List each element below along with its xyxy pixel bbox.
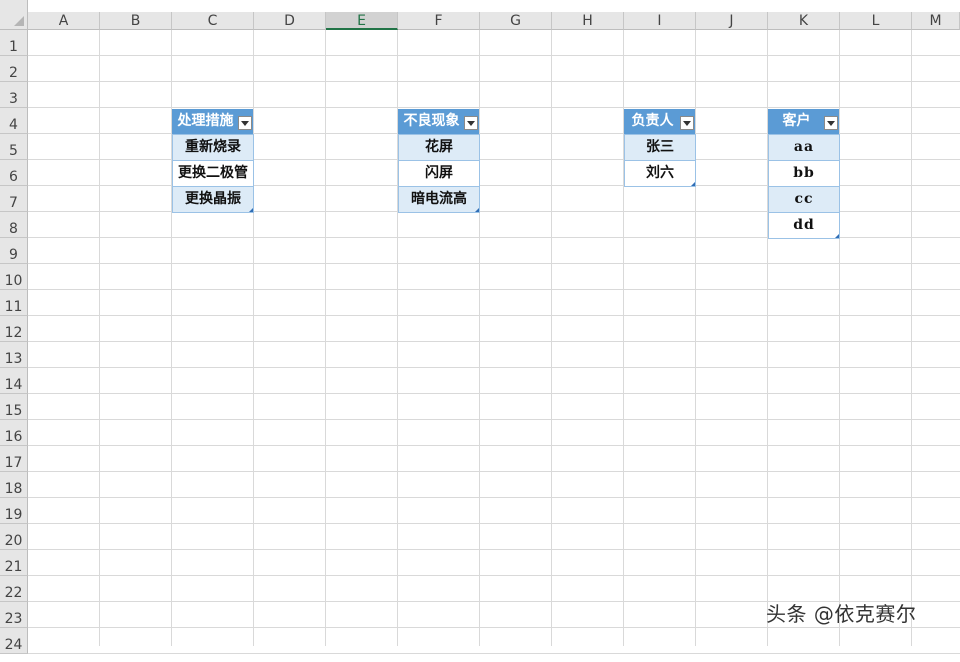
row-header-2[interactable]: 2 [0,56,28,82]
grid-hline [28,523,960,524]
row-header-5[interactable]: 5 [0,134,28,160]
column-header-c[interactable]: C [172,12,254,30]
table-cell[interactable]: 闪屏 [398,160,480,187]
row-header-10[interactable]: 10 [0,264,28,290]
grid-hline [28,81,960,82]
row-header-23[interactable]: 23 [0,602,28,628]
filter-dropdown-icon[interactable] [238,116,252,130]
grid-hline [28,575,960,576]
table-cell[interactable]: 花屏 [398,134,480,161]
column-header-e[interactable]: E [326,12,398,30]
column-header-h[interactable]: H [552,12,624,30]
filter-dropdown-icon[interactable] [680,116,694,130]
row-header-13[interactable]: 13 [0,342,28,368]
row-header-21[interactable]: 21 [0,550,28,576]
grid-hline [28,393,960,394]
grid-vline [99,30,100,646]
row-header-24[interactable]: 24 [0,628,28,654]
row-header-3[interactable]: 3 [0,82,28,108]
table-cell[interactable]: cc [768,186,840,213]
column-header-j[interactable]: J [696,12,768,30]
row-header-1[interactable]: 1 [0,30,28,56]
table-cell[interactable]: 更换晶振 [172,186,254,213]
grid-hline [28,341,960,342]
grid-vline [479,30,480,646]
row-header-16[interactable]: 16 [0,420,28,446]
column-header-k[interactable]: K [768,12,840,30]
grid-vline [551,30,552,646]
column-header-d[interactable]: D [254,12,326,30]
select-all-corner[interactable] [0,0,28,30]
grid-vline [695,30,696,646]
row-header-19[interactable]: 19 [0,498,28,524]
row-header-11[interactable]: 11 [0,290,28,316]
grid-hline [28,55,960,56]
row-header-20[interactable]: 20 [0,524,28,550]
column-header-b[interactable]: B [100,12,172,30]
filter-dropdown-icon[interactable] [824,116,838,130]
row-header-22[interactable]: 22 [0,576,28,602]
grid-vline [325,30,326,646]
grid-hline [28,471,960,472]
table-cell[interactable]: 张三 [624,134,696,161]
top-strip [28,0,960,12]
row-header-14[interactable]: 14 [0,368,28,394]
row-header-8[interactable]: 8 [0,212,28,238]
table-cell[interactable]: bb [768,160,840,187]
grid-hline [28,627,960,628]
column-header-i[interactable]: I [624,12,696,30]
grid-vline [253,30,254,646]
table-cell[interactable]: aa [768,134,840,161]
row-header-18[interactable]: 18 [0,472,28,498]
table-resize-handle-icon[interactable] [475,208,479,212]
row-header-12[interactable]: 12 [0,316,28,342]
table-cell[interactable]: 重新烧录 [172,134,254,161]
table-cell[interactable]: dd [768,212,840,239]
grid-hline [28,367,960,368]
grid-hline [28,445,960,446]
row-header-17[interactable]: 17 [0,446,28,472]
grid-vline [911,30,912,646]
grid-hline [28,263,960,264]
column-header-g[interactable]: G [480,12,552,30]
grid-hline [28,653,960,654]
table-cell[interactable]: 暗电流高 [398,186,480,213]
table-resize-handle-icon[interactable] [249,208,253,212]
grid-hline [28,549,960,550]
column-header-f[interactable]: F [398,12,480,30]
select-all-icon [14,16,24,26]
grid-hline [28,419,960,420]
grid-hline [28,497,960,498]
row-header-6[interactable]: 6 [0,160,28,186]
table-resize-handle-icon[interactable] [835,234,839,238]
grid-hline [28,107,960,108]
filter-dropdown-icon[interactable] [464,116,478,130]
grid-hline [28,289,960,290]
row-header-9[interactable]: 9 [0,238,28,264]
row-header-7[interactable]: 7 [0,186,28,212]
watermark: 头条 @依克赛尔 [766,602,917,626]
row-header-15[interactable]: 15 [0,394,28,420]
grid-hline [28,315,960,316]
column-header-m[interactable]: M [912,12,960,30]
column-header-a[interactable]: A [28,12,100,30]
table-resize-handle-icon[interactable] [691,182,695,186]
table-cell[interactable]: 刘六 [624,160,696,187]
grid-vline [839,30,840,646]
column-header-l[interactable]: L [840,12,912,30]
table-cell[interactable]: 更换二极管 [172,160,254,187]
row-header-4[interactable]: 4 [0,108,28,134]
